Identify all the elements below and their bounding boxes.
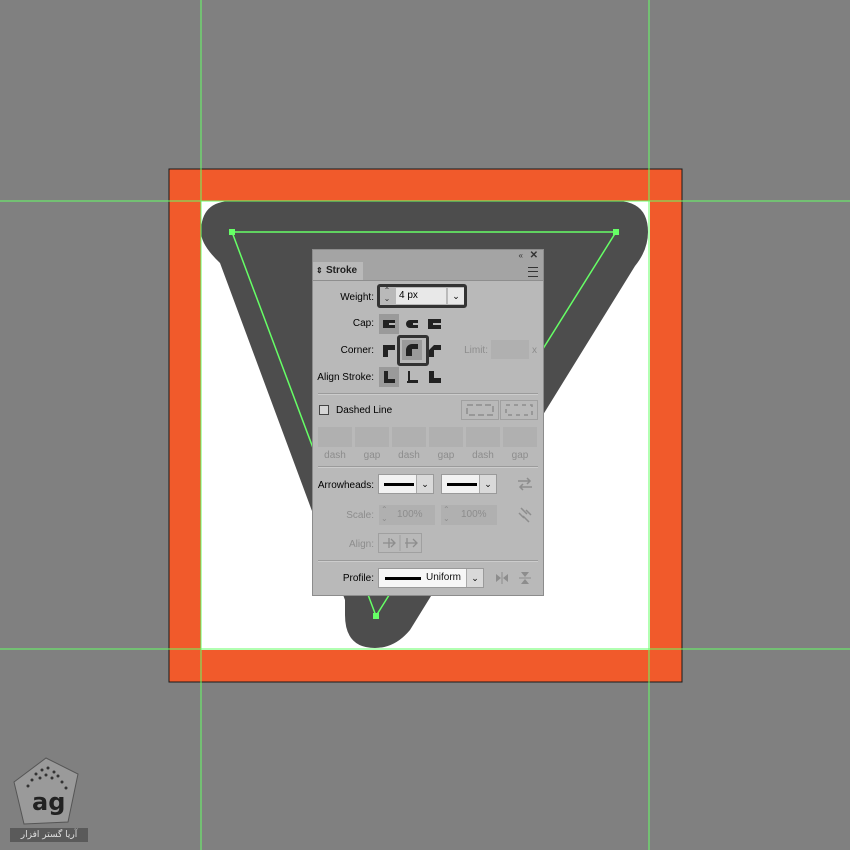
dash-3-input <box>466 427 500 447</box>
weight-label: Weight: <box>340 292 374 303</box>
gap-3-label: gap <box>511 450 529 461</box>
profile-line <box>385 577 421 580</box>
gap-1-input <box>355 427 389 447</box>
gap-2-input <box>429 427 463 447</box>
align-center-icon <box>384 371 395 383</box>
watermark-text: آریا گستر افزار <box>20 830 78 840</box>
bevel-join-icon <box>429 345 441 357</box>
link-scale-icon <box>518 507 532 523</box>
tab-toggle-icon[interactable]: ⇕ <box>316 262 323 280</box>
butt-cap-icon <box>383 320 395 328</box>
scale-label: Scale: <box>346 510 374 521</box>
separator-1 <box>318 393 538 395</box>
align-outside-button[interactable] <box>425 367 445 387</box>
tab-stroke[interactable]: ⇕ Stroke <box>313 262 363 280</box>
round-cap-button[interactable] <box>402 314 422 334</box>
tab-stroke-label: Stroke <box>326 265 358 276</box>
end-arrowhead-line <box>447 483 477 486</box>
limit-suffix: x <box>532 345 537 356</box>
limit-input <box>491 340 529 359</box>
bevel-join-button[interactable] <box>425 341 445 361</box>
dash-2-label: dash <box>398 450 420 461</box>
flip-across-icon[interactable] <box>517 570 533 586</box>
end-scale-value: 100% <box>461 509 487 520</box>
align-outside-icon <box>429 371 441 383</box>
anchor-point-top-left[interactable] <box>229 229 235 235</box>
end-scale-input: ⌃ ⌄ 100% <box>441 505 497 525</box>
profile-label: Profile: <box>342 573 374 584</box>
dashed-line-checkbox[interactable] <box>319 405 329 415</box>
profile-value: Uniform <box>426 572 462 583</box>
butt-cap-button[interactable] <box>379 314 399 334</box>
gap-1-label: gap <box>363 450 381 461</box>
projecting-cap-button[interactable] <box>425 314 445 334</box>
align-stroke-label: Align Stroke: <box>317 372 374 383</box>
preserve-dash-button <box>461 400 499 420</box>
end-arrowhead-select[interactable]: ⌄ <box>441 474 497 494</box>
collapse-icon[interactable]: « <box>519 251 523 260</box>
arrowheads-label: Arrowheads: <box>317 480 374 491</box>
dash-1-input <box>318 427 352 447</box>
panel-menu-icon[interactable] <box>528 267 538 277</box>
align-center-button[interactable] <box>379 367 399 387</box>
align-dash-icon <box>505 404 533 416</box>
cap-label: Cap: <box>352 318 374 329</box>
align-inside-icon <box>407 371 418 383</box>
align-inside-button[interactable] <box>402 367 422 387</box>
limit-label: Limit: <box>464 345 488 356</box>
close-icon[interactable]: ✕ <box>530 250 538 261</box>
weight-dropdown-icon[interactable]: ⌄ <box>447 288 464 304</box>
panel-tab-row: ⇕ Stroke <box>313 262 543 281</box>
anchor-point-top-right[interactable] <box>613 229 619 235</box>
arrow-align-icons <box>383 535 418 551</box>
align-label: Align: <box>348 539 374 550</box>
weight-spin-icon[interactable]: ⌃ ⌄ <box>380 287 394 305</box>
profile-dropdown-icon[interactable]: ⌄ <box>466 569 483 587</box>
start-scale-input: ⌃ ⌄ 100% <box>379 505 435 525</box>
separator-2 <box>318 466 538 468</box>
separator-3 <box>318 560 538 562</box>
dash-3-label: dash <box>472 450 494 461</box>
end-scale-spin-icon: ⌃ ⌄ <box>443 505 450 523</box>
start-arrowhead-line <box>384 483 414 486</box>
dash-2-input <box>392 427 426 447</box>
start-scale-value: 100% <box>397 509 423 520</box>
projecting-cap-icon <box>428 319 441 329</box>
miter-join-button[interactable] <box>379 341 399 361</box>
start-scale-spin-icon: ⌃ ⌄ <box>381 505 388 523</box>
round-cap-icon <box>406 320 418 328</box>
preserve-dash-icon <box>466 404 494 416</box>
weight-input[interactable]: 4 px <box>396 288 446 304</box>
arrow-align-group <box>378 533 422 553</box>
align-dash-button <box>500 400 538 420</box>
swap-arrowheads-icon[interactable] <box>516 476 534 492</box>
gap-3-input <box>503 427 537 447</box>
end-arrowhead-dropdown-icon[interactable]: ⌄ <box>479 475 496 493</box>
dash-1-label: dash <box>324 450 346 461</box>
start-arrowhead-select[interactable]: ⌄ <box>378 474 434 494</box>
dashed-line-label: Dashed Line <box>336 405 393 416</box>
miter-join-icon <box>383 345 395 357</box>
panel-titlebar[interactable]: « ✕ <box>313 250 543 262</box>
gap-2-label: gap <box>437 450 455 461</box>
round-join-icon <box>406 344 418 356</box>
profile-select[interactable]: Uniform ⌄ <box>378 568 484 588</box>
start-arrowhead-dropdown-icon[interactable]: ⌄ <box>416 475 433 493</box>
svg-text:ag: ag <box>32 788 65 816</box>
anchor-point-bottom[interactable] <box>373 613 379 619</box>
corner-label: Corner: <box>340 345 374 356</box>
flip-along-icon[interactable] <box>494 570 510 586</box>
round-join-button[interactable] <box>402 340 422 360</box>
